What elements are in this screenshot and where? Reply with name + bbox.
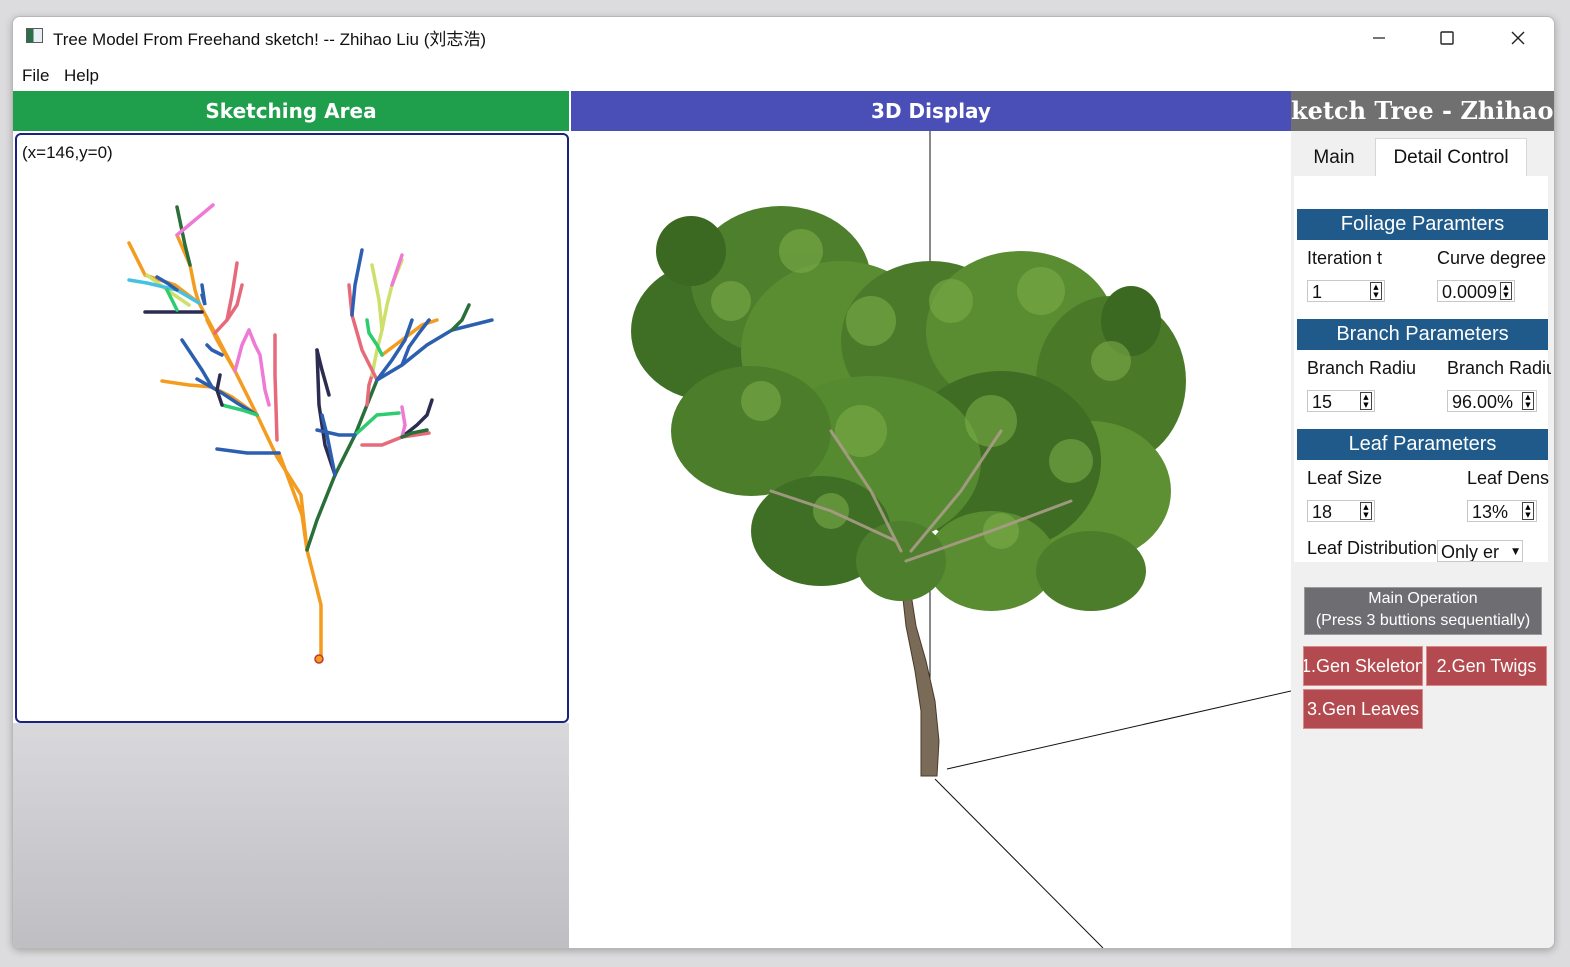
stroke-r9 (350, 248, 364, 317)
branch-parameters-header: Branch Parameters (1297, 319, 1548, 350)
menu-bar: File Help (13, 59, 1554, 91)
gen-twigs-button[interactable]: 2.Gen Twigs (1426, 646, 1547, 686)
tab-detail-control[interactable]: Detail Control (1375, 138, 1527, 177)
leaf-size-spinbox[interactable]: 18 ▲ ▼ (1307, 500, 1375, 522)
stroke-r20 (400, 405, 407, 439)
gen-skeleton-button[interactable]: 1.Gen Skeleton (1303, 646, 1423, 686)
display-3d-viewport[interactable] (571, 131, 1291, 948)
tab-main[interactable]: Main (1295, 140, 1373, 176)
leaf-parameters-header: Leaf Parameters (1297, 429, 1548, 460)
stroke-r13 (375, 318, 494, 382)
maximize-icon (1440, 31, 1454, 45)
tree-3d-render (631, 131, 1291, 948)
spin-arrows-icon[interactable]: ▲ ▼ (1500, 282, 1512, 300)
minimize-button[interactable] (1345, 17, 1413, 59)
curve-degree-label: Curve degree (1437, 248, 1547, 268)
menu-file[interactable]: File (22, 66, 49, 86)
stroke-l17 (127, 278, 201, 305)
stroke-r16 (400, 318, 431, 367)
control-panel: Main Detail Control Foliage Paramters It… (1291, 131, 1554, 948)
minimize-icon (1373, 37, 1385, 39)
stroke-l4 (215, 447, 281, 455)
panel-title: ketch Tree - Zhihao Li (1291, 91, 1554, 131)
stroke-r10 (380, 258, 404, 332)
spin-arrows-icon[interactable]: ▲ ▼ (1522, 392, 1534, 410)
close-icon (1511, 31, 1525, 45)
gen-leaves-button[interactable]: 3.Gen Leaves (1303, 689, 1423, 729)
leaf-distribution-value: Only er (1441, 542, 1500, 562)
stroke-l11 (247, 328, 271, 407)
app-window: Tree Model From Freehand sketch! -- Zhih… (12, 16, 1555, 949)
spin-arrows-icon[interactable]: ▲ ▼ (1522, 502, 1534, 520)
spin-arrows-icon[interactable]: ▲ ▼ (1360, 502, 1372, 520)
detail-control-body: Foliage Paramters Iteration t Curve degr… (1294, 176, 1551, 562)
leaf-size-value: 18 (1312, 502, 1333, 522)
axis-down (934, 778, 1104, 948)
branch-radius-ratio-spinbox[interactable]: 96.00% ▲ ▼ (1447, 390, 1537, 412)
foliage-parameters-header: Foliage Paramters (1297, 209, 1548, 240)
stroke-r11 (390, 253, 404, 287)
leaf-density-label: Leaf Dens (1467, 468, 1550, 488)
leaf-distribution-combobox[interactable]: Only er ▼ (1437, 540, 1523, 562)
leaf-size-label: Leaf Size (1307, 468, 1383, 488)
display-3d-header: 3D Display (571, 91, 1291, 131)
spin-arrows-icon[interactable]: ▲ ▼ (1360, 392, 1372, 410)
stroke-root-point (314, 654, 324, 664)
sketch-strokes (127, 203, 494, 664)
stroke-l12 (273, 333, 279, 442)
iteration-value: 1 (1312, 282, 1323, 302)
sketching-area-header: Sketching Area (13, 91, 569, 131)
stroke-r7 (370, 263, 384, 332)
leaf-density-spinbox[interactable]: 13% ▲ ▼ (1467, 500, 1537, 522)
sketch-canvas[interactable]: (x=146,y=0) (15, 133, 569, 723)
stroke-r18 (360, 431, 431, 447)
leaf-density-value: 13% (1472, 502, 1509, 522)
branch-radius-label: Branch Radiu (1307, 358, 1417, 378)
iteration-spinbox[interactable]: 1 ▲ ▼ (1307, 280, 1385, 302)
app-window-icon (26, 28, 43, 43)
main-operation-box: Main Operation (Press 3 buttions sequent… (1304, 587, 1542, 635)
main-operation-hint: (Press 3 buttions sequentially) (1315, 612, 1531, 629)
branch-radius-ratio-value: 96.00% (1452, 392, 1514, 412)
stroke-l21 (200, 283, 207, 306)
chevron-down-icon[interactable]: ▼ (1512, 541, 1519, 561)
close-button[interactable] (1484, 17, 1552, 59)
stroke-l10 (233, 328, 251, 373)
branch-radius-value: 15 (1312, 392, 1333, 412)
title-bar[interactable]: Tree Model From Freehand sketch! -- Zhih… (13, 17, 1554, 59)
window-title: Tree Model From Freehand sketch! -- Zhih… (53, 30, 487, 49)
stroke-l15 (175, 203, 215, 237)
tree-foliage (631, 206, 1186, 611)
iteration-label: Iteration t (1307, 248, 1383, 268)
spin-arrows-icon[interactable]: ▲ ▼ (1370, 282, 1382, 300)
leaf-distribution-label: Leaf Distribution (1307, 538, 1438, 558)
menu-help[interactable]: Help (64, 66, 99, 86)
maximize-button[interactable] (1413, 17, 1481, 59)
branch-radius-spinbox[interactable]: 15 ▲ ▼ (1307, 390, 1375, 412)
curve-degree-spinbox[interactable]: 0.0009 ▲ ▼ (1437, 280, 1515, 302)
axis-right (946, 690, 1291, 770)
branch-radius-ratio-label: Branch Radiu (1447, 358, 1551, 378)
main-operation-title: Main Operation (1368, 590, 1478, 607)
curve-degree-value: 0.0009 (1442, 282, 1498, 302)
sketch-background-area (13, 723, 569, 948)
